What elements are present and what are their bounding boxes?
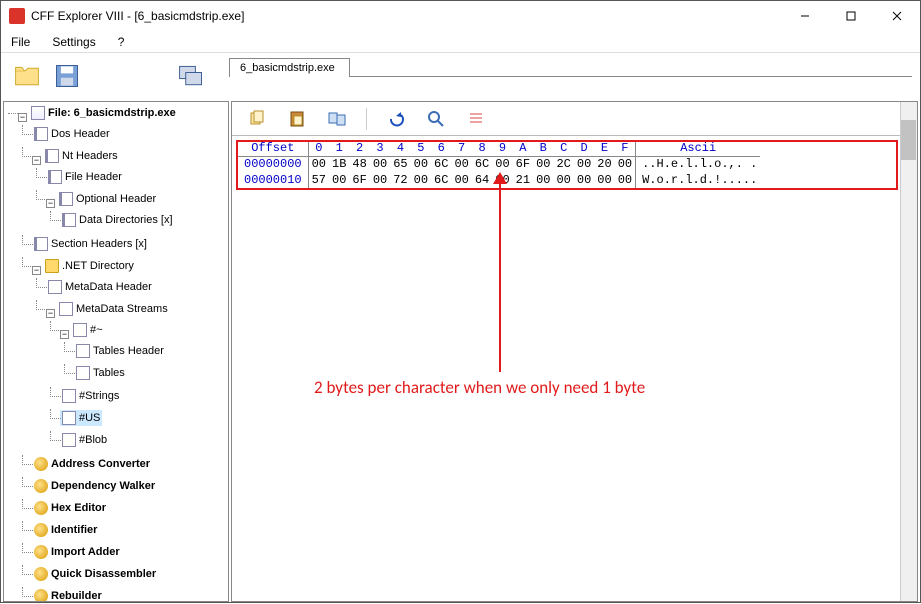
page-icon <box>76 344 90 358</box>
expander-icon[interactable]: − <box>46 199 55 208</box>
page-icon <box>48 280 62 294</box>
tree-tilde-stream[interactable]: #~ <box>71 322 105 338</box>
tree-file-header[interactable]: File Header <box>46 169 124 185</box>
page-icon <box>62 389 76 403</box>
tree-dependency-walker[interactable]: Dependency Walker <box>32 478 157 494</box>
page-icon <box>34 237 48 251</box>
list-icon[interactable] <box>465 108 487 130</box>
tree-section-headers[interactable]: Section Headers [x] <box>32 236 149 252</box>
close-button[interactable] <box>874 1 920 31</box>
app-icon <box>9 8 25 24</box>
tree-tables[interactable]: Tables <box>74 365 127 381</box>
tree-hex-editor[interactable]: Hex Editor <box>32 500 108 516</box>
page-icon <box>34 127 48 141</box>
tool-icon <box>34 545 48 559</box>
page-icon <box>45 149 59 163</box>
tree-data-directories[interactable]: Data Directories [x] <box>60 212 175 228</box>
scrollbar-thumb[interactable] <box>901 120 916 160</box>
tree-address-converter[interactable]: Address Converter <box>32 456 152 472</box>
tree-optional-header[interactable]: Optional Header <box>57 191 158 207</box>
page-icon <box>62 411 76 425</box>
tree-rebuilder[interactable]: Rebuilder <box>32 588 104 602</box>
window-title: CFF Explorer VIII - [6_basicmdstrip.exe] <box>31 9 782 23</box>
file-icon <box>31 106 45 120</box>
expander-icon[interactable]: − <box>60 330 69 339</box>
tree-root[interactable]: File: 6_basicmdstrip.exe <box>29 105 178 121</box>
tool-icon <box>34 567 48 581</box>
tool-icon <box>34 479 48 493</box>
tree-tables-header[interactable]: Tables Header <box>74 343 166 359</box>
tree-metadata-streams[interactable]: MetaData Streams <box>57 301 170 317</box>
windows-icon[interactable] <box>173 58 209 94</box>
tree-net-directory[interactable]: .NET Directory <box>43 258 136 274</box>
minimize-button[interactable] <box>782 1 828 31</box>
hex-view-pane: Offset0123456789ABCDEFAscii00000000001B4… <box>231 101 918 602</box>
tree-metadata-header[interactable]: MetaData Header <box>46 279 154 295</box>
expander-icon[interactable]: − <box>32 156 41 165</box>
copy-icon[interactable] <box>246 108 268 130</box>
paste-icon[interactable] <box>286 108 308 130</box>
expander-icon[interactable]: − <box>18 113 27 122</box>
page-icon <box>59 302 73 316</box>
open-icon[interactable] <box>9 58 45 94</box>
tree-strings-stream[interactable]: #Strings <box>60 388 121 404</box>
tree-dos-header[interactable]: Dos Header <box>32 126 112 142</box>
page-icon <box>62 433 76 447</box>
save-icon[interactable] <box>49 58 85 94</box>
tab-label: 6_basicmdstrip.exe <box>240 62 335 74</box>
tool-icon <box>34 523 48 537</box>
page-icon <box>48 170 62 184</box>
undo-icon[interactable] <box>385 108 407 130</box>
page-icon <box>73 323 87 337</box>
annotation-arrow <box>499 176 501 372</box>
swap-icon[interactable] <box>326 108 348 130</box>
vertical-scrollbar[interactable] <box>900 102 917 601</box>
menu-help[interactable]: ? <box>114 33 129 51</box>
folder-icon <box>45 259 59 273</box>
page-icon <box>62 213 76 227</box>
annotation-text: 2 bytes per character when we only need … <box>314 377 645 398</box>
page-icon <box>76 366 90 380</box>
tree-pane: −File: 6_basicmdstrip.exe Dos Header −Nt… <box>3 101 229 602</box>
tree-us-stream[interactable]: #US <box>60 410 102 426</box>
file-tab[interactable]: 6_basicmdstrip.exe <box>229 58 350 77</box>
tool-icon <box>34 501 48 515</box>
maximize-button[interactable] <box>828 1 874 31</box>
expander-icon[interactable]: − <box>46 309 55 318</box>
tree-import-adder[interactable]: Import Adder <box>32 544 122 560</box>
arrow-head-icon <box>493 172 507 184</box>
tree-identifier[interactable]: Identifier <box>32 522 99 538</box>
tree-blob-stream[interactable]: #Blob <box>60 432 109 448</box>
search-icon[interactable] <box>425 108 447 130</box>
expander-icon[interactable]: − <box>32 266 41 275</box>
page-icon <box>59 192 73 206</box>
tool-icon <box>34 457 48 471</box>
menu-file[interactable]: File <box>7 33 34 51</box>
tree-nt-headers[interactable]: Nt Headers <box>43 148 120 164</box>
tree-quick-disassembler[interactable]: Quick Disassembler <box>32 566 158 582</box>
tool-icon <box>34 589 48 602</box>
menu-settings[interactable]: Settings <box>48 33 99 51</box>
